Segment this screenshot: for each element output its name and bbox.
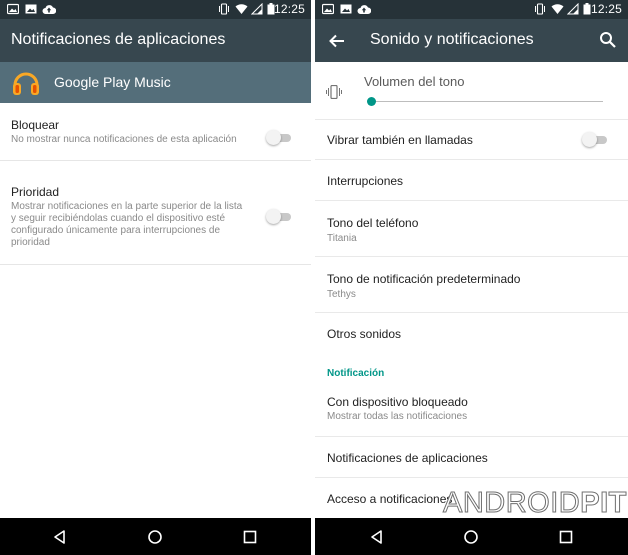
vibrate-status-icon <box>219 3 229 15</box>
row-title: Notificaciones de aplicaciones <box>327 451 488 465</box>
on-lock-screen-row[interactable]: Con dispositivo bloqueado Mostrar todas … <box>315 383 628 437</box>
image-notification-icon <box>340 4 352 14</box>
app-name: Google Play Music <box>54 74 171 90</box>
home-nav-icon[interactable] <box>461 527 481 547</box>
page-title: Sonido y notificaciones <box>370 31 534 48</box>
status-bar: 12:25 <box>0 0 311 19</box>
setting-title: Prioridad <box>11 185 60 199</box>
row-title: Interrupciones <box>327 174 404 188</box>
setting-summary: Mostrar notificaciones en la parte super… <box>11 201 243 248</box>
setting-summary: No mostrar nunca notificaciones de esta … <box>11 134 237 145</box>
clock: 12:25 <box>273 2 305 16</box>
image-notification-icon <box>322 3 334 15</box>
phone-ringtone-row[interactable]: Tono del teléfono Titania <box>315 201 628 257</box>
page-title: Notificaciones de aplicaciones <box>11 31 226 48</box>
search-icon[interactable] <box>598 30 618 50</box>
recents-nav-icon[interactable] <box>556 527 576 547</box>
prioridad-toggle[interactable] <box>266 209 292 225</box>
section-header-notification: Notificación <box>327 368 385 379</box>
recents-nav-icon[interactable] <box>240 527 260 547</box>
row-subtitle: Titania <box>327 233 357 244</box>
wifi-icon <box>235 4 248 14</box>
cloud-upload-icon <box>42 5 56 14</box>
setting-prioridad[interactable]: Prioridad Mostrar notificaciones en la p… <box>0 161 311 265</box>
row-title: Tono del teléfono <box>327 216 419 230</box>
other-sounds-row[interactable]: Otros sonidos <box>315 313 628 353</box>
watermark-part-2: PIT <box>580 487 627 520</box>
vibrate-on-calls-toggle[interactable] <box>582 132 608 148</box>
row-title: Con dispositivo bloqueado <box>327 395 468 409</box>
volume-label: Volumen del tono <box>364 74 465 89</box>
headphones-icon <box>13 72 39 95</box>
navigation-bar <box>315 518 628 555</box>
setting-bloquear[interactable]: Bloquear No mostrar nunca notificaciones… <box>0 103 311 161</box>
image-notification-icon <box>7 3 19 15</box>
slider-track <box>371 101 603 102</box>
signal-icon <box>251 3 263 15</box>
cloud-upload-icon <box>357 5 371 14</box>
app-notifications-row[interactable]: Notificaciones de aplicaciones <box>315 437 628 478</box>
setting-title: Bloquear <box>11 118 60 132</box>
wifi-icon <box>551 4 564 14</box>
toolbar: Sonido y notificaciones <box>315 19 628 62</box>
right-screen: 12:25 Sonido y notificaciones Volumen de… <box>315 0 628 555</box>
toolbar: Notificaciones de aplicaciones <box>0 19 311 62</box>
vibrate-on-calls-row[interactable]: Vibrar también en llamadas <box>315 120 628 160</box>
default-notification-tone-row[interactable]: Tono de notificación predeterminado Teth… <box>315 257 628 313</box>
app-header: Google Play Music <box>0 62 311 103</box>
clock: 12:25 <box>590 2 622 16</box>
slider-thumb[interactable] <box>367 97 376 106</box>
watermark: ANDROIDPIT <box>442 487 627 520</box>
row-title: Otros sonidos <box>327 327 402 341</box>
back-nav-icon[interactable] <box>367 527 387 547</box>
row-subtitle: Mostrar todas las notificaciones <box>327 411 468 422</box>
image-notification-icon <box>25 4 37 14</box>
battery-icon <box>583 3 591 15</box>
signal-icon <box>567 3 579 15</box>
back-nav-icon[interactable] <box>50 527 70 547</box>
row-subtitle: Tethys <box>327 289 356 300</box>
bloquear-toggle[interactable] <box>266 130 292 146</box>
interruptions-row[interactable]: Interrupciones <box>315 160 628 201</box>
vibrate-icon <box>326 85 342 99</box>
navigation-bar <box>0 518 311 555</box>
ring-volume-slider[interactable] <box>367 95 603 109</box>
row-title: Vibrar también en llamadas <box>327 133 473 147</box>
back-arrow-icon[interactable] <box>327 31 347 51</box>
watermark-part-1: ANDROID <box>442 487 581 520</box>
row-title: Acceso a notificaciones <box>327 492 453 506</box>
row-title: Tono de notificación predeterminado <box>327 272 521 286</box>
left-screen: 12:25 Notificaciones de aplicaciones Goo… <box>0 0 311 555</box>
home-nav-icon[interactable] <box>145 527 165 547</box>
status-bar: 12:25 <box>315 0 628 19</box>
vibrate-status-icon <box>535 3 545 15</box>
